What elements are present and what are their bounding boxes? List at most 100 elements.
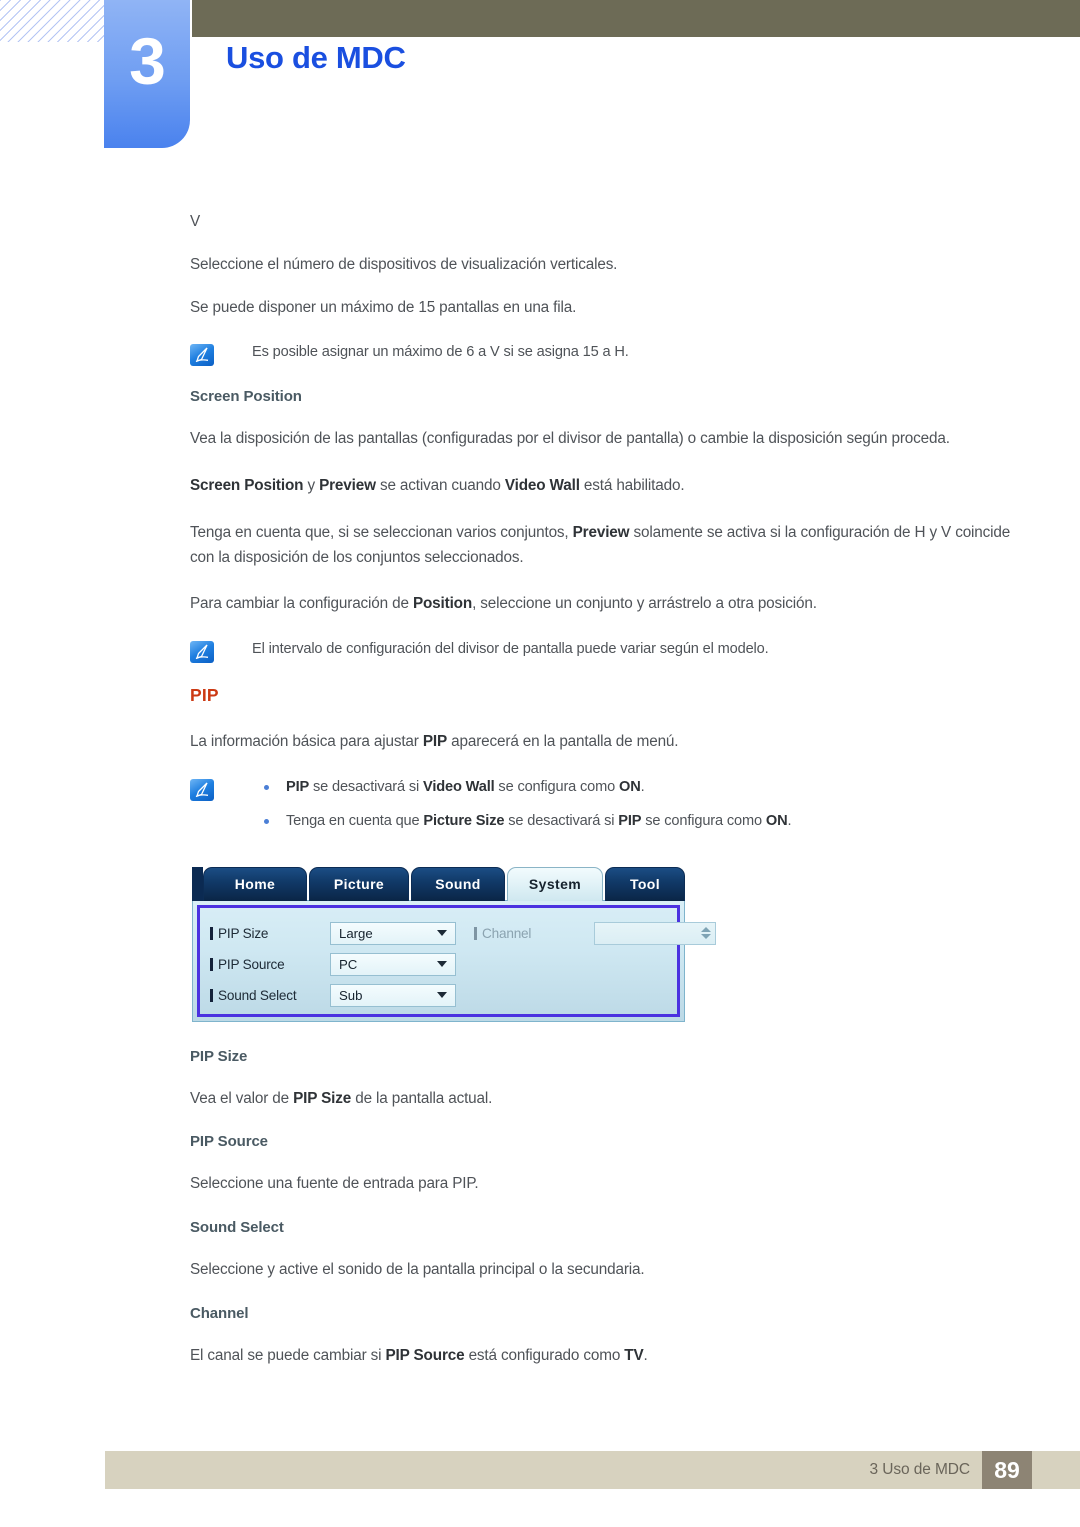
- screen-position-heading: Screen Position: [190, 388, 302, 406]
- field-channel: Channel: [474, 918, 716, 949]
- pip-intro-text-1: La información básica para ajustar: [190, 733, 423, 751]
- mdc-system-tab-screenshot: Home Picture Sound System Tool PIP Size …: [192, 866, 716, 1022]
- mdc-tab-bar: Home Picture Sound System Tool: [192, 866, 685, 901]
- page-title: Uso de MDC: [226, 40, 406, 75]
- chapter-number: 3: [129, 24, 166, 98]
- channel-bold-pip-source: PIP Source: [385, 1346, 465, 1364]
- b2-text-1: Tenga en cuenta que: [286, 812, 424, 829]
- channel-heading: Channel: [190, 1304, 249, 1322]
- pip-note-bullet-2: Tenga en cuenta que Picture Size se desa…: [252, 811, 1020, 833]
- note-pen-icon: [190, 641, 214, 664]
- channel-description: El canal se puede cambiar si PIP Source …: [190, 1344, 1020, 1369]
- pip-section-heading: PIP: [190, 685, 219, 706]
- pip-size-description: Vea el valor de PIP Size de la pantalla …: [190, 1087, 1020, 1112]
- note-pen-icon: [190, 344, 214, 367]
- chevron-down-icon: [437, 992, 447, 999]
- v-heading: V: [190, 213, 201, 230]
- label-sound-select: Sound Select: [218, 987, 297, 1003]
- note-body: Es posible asignar un máximo de 6 a V si…: [252, 342, 1020, 364]
- label-channel: Channel: [482, 925, 532, 941]
- chevron-down-icon[interactable]: [701, 934, 711, 940]
- pip-intro-text-2: aparecerá en la pantalla de menú.: [447, 733, 679, 751]
- dropdown-pip-size[interactable]: Large: [330, 921, 456, 945]
- sp2-text-1: y: [303, 477, 320, 495]
- tab-home[interactable]: Home: [203, 866, 307, 901]
- pipsize-bold: PIP Size: [293, 1089, 352, 1107]
- pip-size-heading: PIP Size: [190, 1047, 248, 1065]
- sound-select-heading: Sound Select: [190, 1219, 284, 1237]
- sp3-text-1: Tenga en cuenta que, si se seleccionan v…: [190, 523, 573, 541]
- sp4-text-2: , seleccione un conjunto y arrástrelo a …: [472, 595, 817, 613]
- mdc-panel-inner-highlight: PIP Size Large PIP Source PC Sound Selec…: [197, 904, 716, 1017]
- page-content: V Seleccione el número de dispositivos d…: [190, 210, 1020, 1391]
- tab-tool[interactable]: Tool: [605, 866, 685, 901]
- tab-system[interactable]: System: [507, 866, 603, 901]
- pip-source-description: Seleccione una fuente de entrada para PI…: [190, 1175, 479, 1193]
- field-pip-source: PIP Source PC: [210, 949, 456, 980]
- b1-text-3: .: [640, 778, 645, 795]
- header-olive-bar: [192, 0, 1080, 37]
- field-marker: [210, 957, 213, 971]
- note-pen-icon: [190, 778, 214, 801]
- field-marker: [474, 926, 477, 940]
- label-pip-source: PIP Source: [218, 956, 285, 972]
- note-body: PIP se desactivará si Video Wall se conf…: [252, 777, 1020, 845]
- mdc-left-column: PIP Size Large PIP Source PC Sound Selec…: [200, 908, 456, 1014]
- tab-bar-lead-spacer: [192, 866, 203, 901]
- v-description-line-1: Seleccione el número de dispositivos de …: [190, 255, 618, 273]
- note-block-pip: PIP se desactivará si Video Wall se conf…: [190, 777, 1020, 845]
- note-text: Es posible asignar un máximo de 6 a V si…: [252, 344, 629, 361]
- mdc-right-column: Channel: [464, 908, 716, 1014]
- field-pip-size: PIP Size Large: [210, 918, 456, 949]
- chapter-number-tab: 3: [104, 0, 190, 148]
- b2-text-4: .: [787, 812, 792, 829]
- b2-text-3: se configura como: [641, 812, 766, 829]
- b1-text-2: se configura como: [494, 778, 620, 795]
- screen-position-paragraph-1: Vea la disposición de las pantallas (con…: [190, 430, 950, 448]
- b2-bold-picture-size: Picture Size: [423, 812, 505, 829]
- b2-bold-on: ON: [765, 812, 788, 829]
- b1-bold-on: ON: [619, 778, 641, 795]
- screen-position-paragraph-2: Screen Position y Preview se activan cua…: [190, 474, 1020, 499]
- field-sound-select: Sound Select Sub: [210, 980, 456, 1011]
- screen-position-paragraph-4: Para cambiar la configuración de Positio…: [190, 592, 1020, 617]
- chevron-down-icon: [437, 930, 447, 937]
- chevron-down-icon: [437, 961, 447, 968]
- sound-select-description: Seleccione y active el sonido de la pant…: [190, 1261, 645, 1279]
- screen-position-paragraph-3: Tenga en cuenta que, si se seleccionan v…: [190, 521, 1020, 571]
- note-block-v: Es posible asignar un máximo de 6 a V si…: [190, 342, 1020, 367]
- pip-note-bullet-1: PIP se desactivará si Video Wall se conf…: [252, 777, 1020, 799]
- pip-source-heading: PIP Source: [190, 1133, 268, 1151]
- dropdown-pip-source[interactable]: PC: [330, 952, 456, 976]
- channel-bold-tv: TV: [624, 1346, 644, 1364]
- mdc-panel: PIP Size Large PIP Source PC Sound Selec…: [192, 899, 716, 1022]
- channel-text-2: está configurado como: [464, 1346, 625, 1364]
- spinner-arrows[interactable]: [701, 927, 711, 940]
- spinner-channel[interactable]: [594, 921, 716, 945]
- pip-note-bullet-list: PIP se desactivará si Video Wall se conf…: [252, 777, 1020, 833]
- pipsize-text-1: Vea el valor de: [190, 1089, 294, 1107]
- chevron-up-icon[interactable]: [701, 927, 711, 933]
- b2-bold-pip: PIP: [618, 812, 642, 829]
- label-pip-size: PIP Size: [218, 925, 269, 941]
- sp2-bold-preview: Preview: [319, 477, 376, 495]
- dropdown-sound-select-value: Sub: [339, 987, 363, 1003]
- pip-intro-paragraph: La información básica para ajustar PIP a…: [190, 730, 1020, 755]
- sp2-bold-screen-position: Screen Position: [190, 477, 304, 495]
- b2-text-2: se desactivará si: [504, 812, 619, 829]
- v-description-line-2: Se puede disponer un máximo de 15 pantal…: [190, 298, 577, 316]
- dropdown-pip-size-value: Large: [339, 925, 373, 941]
- channel-text-3: .: [643, 1346, 648, 1364]
- note-text: El intervalo de configuración del diviso…: [252, 641, 769, 658]
- sp4-bold-position: Position: [412, 595, 473, 613]
- sp2-bold-video-wall: Video Wall: [504, 477, 580, 495]
- tab-picture[interactable]: Picture: [309, 866, 409, 901]
- channel-text-1: El canal se puede cambiar si: [190, 1346, 386, 1364]
- sp3-bold-preview: Preview: [572, 523, 630, 541]
- b1-bold-video-wall: Video Wall: [423, 778, 495, 795]
- sp4-text-1: Para cambiar la configuración de: [190, 595, 413, 613]
- dropdown-sound-select[interactable]: Sub: [330, 983, 456, 1007]
- pipsize-text-2: de la pantalla actual.: [351, 1089, 493, 1107]
- tab-sound[interactable]: Sound: [411, 866, 505, 901]
- note-body: El intervalo de configuración del diviso…: [252, 639, 1020, 661]
